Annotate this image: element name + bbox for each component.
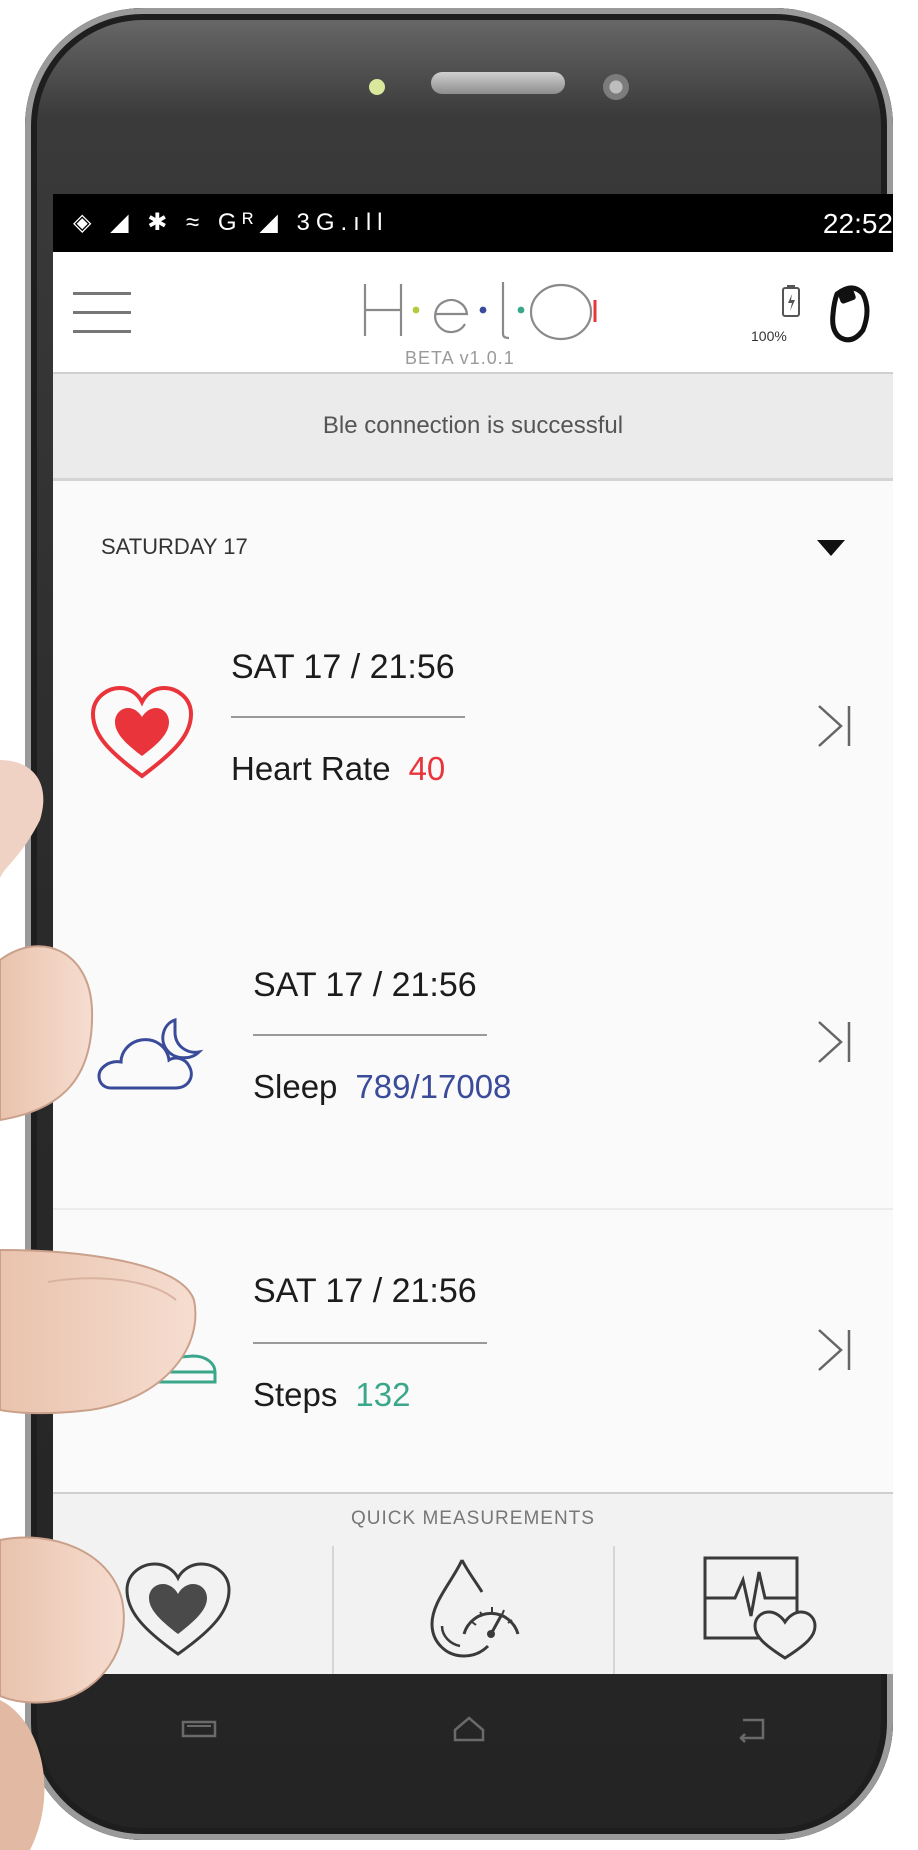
status-bar: ◈ ◢ ✱ ≈ Gᴿ◢ 3G.ıll 22:52 bbox=[53, 194, 893, 252]
card-divider-line bbox=[253, 1342, 487, 1344]
sleep-value: 789/17008 bbox=[355, 1068, 512, 1105]
hamburger-menu-icon[interactable] bbox=[73, 292, 131, 336]
status-icons: ◈ ◢ ✱ ≈ Gᴿ◢ 3G.ıll bbox=[73, 209, 389, 236]
recent-apps-icon[interactable] bbox=[179, 1714, 219, 1744]
app-version: BETA v1.0.1 bbox=[405, 348, 515, 368]
battery-percent: 100% bbox=[751, 328, 787, 344]
card-divider-line bbox=[253, 1034, 487, 1036]
date-dropdown-icon[interactable] bbox=[817, 540, 845, 556]
card-separator bbox=[53, 1208, 893, 1210]
card-label: Sleep 789/17008 bbox=[253, 1068, 511, 1106]
measurement-card-heart-rate[interactable]: SAT 17 / 21:56 Heart Rate 40 bbox=[53, 604, 893, 844]
card-timestamp: SAT 17 / 21:56 bbox=[253, 966, 477, 1004]
battery-icon bbox=[782, 285, 800, 317]
measurement-card-sleep[interactable]: SAT 17 / 21:56 Sleep 789/17008 bbox=[53, 906, 893, 1146]
card-label: Heart Rate 40 bbox=[231, 750, 445, 788]
chevron-right-icon[interactable] bbox=[815, 702, 855, 750]
earpiece-speaker bbox=[431, 72, 565, 94]
phone-screen: ◈ ◢ ✱ ≈ Gᴿ◢ 3G.ıll 22:52 BETA v1.0.1 100… bbox=[53, 194, 893, 1674]
heart-rate-value: 40 bbox=[408, 750, 446, 787]
heart-rate-icon bbox=[90, 685, 194, 779]
front-camera bbox=[603, 74, 629, 100]
steps-shoe-icon bbox=[109, 1347, 217, 1384]
chevron-right-icon[interactable] bbox=[815, 1326, 855, 1374]
quick-measurements-title: QUICK MEASUREMENTS bbox=[351, 1508, 595, 1529]
status-clock: 22:52 bbox=[822, 208, 893, 239]
android-nav-bar bbox=[53, 1674, 893, 1794]
quick-ecg-button[interactable] bbox=[615, 1552, 893, 1674]
home-icon[interactable] bbox=[449, 1714, 489, 1744]
sensor-led bbox=[369, 79, 385, 95]
card-timestamp: SAT 17 / 21:56 bbox=[231, 648, 455, 686]
chevron-right-icon[interactable] bbox=[815, 1018, 855, 1066]
blood-pressure-drop-icon bbox=[430, 1559, 520, 1658]
quick-blood-pressure-button[interactable] bbox=[334, 1552, 613, 1674]
card-label-text: Sleep bbox=[253, 1068, 338, 1105]
sleep-moon-cloud-icon bbox=[97, 1017, 204, 1090]
card-divider-line bbox=[231, 716, 465, 718]
card-timestamp: SAT 17 / 21:56 bbox=[253, 1272, 477, 1310]
date-header: SATURDAY 17 bbox=[101, 534, 248, 559]
wristband-device-icon[interactable] bbox=[823, 280, 873, 350]
app-bar: BETA v1.0.1 100% bbox=[53, 252, 893, 374]
connection-banner: Ble connection is successful bbox=[53, 374, 893, 481]
steps-value: 132 bbox=[355, 1376, 411, 1413]
quick-heart-rate-button[interactable] bbox=[53, 1552, 332, 1674]
card-label-text: Heart Rate bbox=[231, 750, 391, 787]
helo-logo bbox=[363, 282, 597, 341]
card-label: Steps 132 bbox=[253, 1376, 410, 1414]
card-label-text: Steps bbox=[253, 1376, 338, 1413]
heart-icon bbox=[125, 1562, 231, 1656]
measurement-card-steps[interactable]: SAT 17 / 21:56 Steps 132 bbox=[53, 1212, 893, 1452]
ecg-heart-icon bbox=[703, 1556, 817, 1660]
back-icon[interactable] bbox=[733, 1714, 773, 1744]
connection-message: Ble connection is successful bbox=[322, 412, 624, 439]
quick-measurements-panel: QUICK MEASUREMENTS bbox=[53, 1492, 893, 1674]
